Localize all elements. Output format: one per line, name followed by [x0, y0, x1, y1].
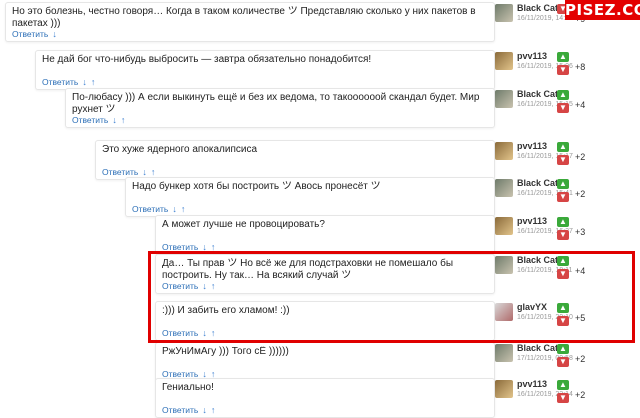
- comment-score: +4: [575, 100, 586, 110]
- author-name[interactable]: Black Cat: [517, 178, 558, 188]
- author-name[interactable]: pvv113: [517, 51, 547, 61]
- comment-score: +3: [575, 227, 586, 237]
- comment-bubble: Но это болезнь, честно говоря… Когда в т…: [5, 2, 495, 42]
- comment: Не дай бог что-нибудь выбросить — завтра…: [35, 50, 605, 90]
- comment-score: +2: [575, 390, 586, 400]
- comment-text: Не дай бог что-нибудь выбросить — завтра…: [42, 54, 372, 65]
- thumbs-down-icon[interactable]: ▼: [557, 230, 569, 240]
- reply-link[interactable]: Ответить: [162, 405, 198, 415]
- thumbs-up-icon[interactable]: ▲: [557, 344, 569, 354]
- avatar[interactable]: [495, 142, 513, 160]
- author-name[interactable]: Black Cat: [517, 343, 558, 353]
- comment: Это хуже ядерного апокалипсиса Ответить ↓…: [95, 140, 605, 180]
- comment-text: Надо бункер хотя бы построить ツ Авось пр…: [132, 181, 381, 192]
- comment-text: РжУнИмАгу ))) Того сЁ )))))): [162, 346, 289, 357]
- thumbs-down-icon[interactable]: ▼: [557, 192, 569, 202]
- avatar[interactable]: [495, 217, 513, 235]
- up-arrow-icon[interactable]: ↑: [121, 115, 126, 125]
- thumbs-up-icon[interactable]: ▲: [557, 380, 569, 390]
- comment: А может лучше не провоцировать? Ответить…: [155, 215, 605, 255]
- avatar[interactable]: [495, 90, 513, 108]
- comment: Гениально! Ответить ↓ ↑ pvv113 16/11/2019,…: [155, 378, 605, 418]
- watermark-logo: PISEZ.COM: [565, 0, 640, 20]
- comment-score: +2: [575, 354, 586, 364]
- comment-bubble: Не дай бог что-нибудь выбросить — завтра…: [35, 50, 495, 90]
- comment-bubble: А может лучше не провоцировать? Ответить…: [155, 215, 495, 255]
- thumbs-down-icon[interactable]: ▼: [557, 103, 569, 113]
- comment-bubble: Надо бункер хотя бы построить ツ Авось пр…: [125, 177, 495, 217]
- thumbs-up-icon[interactable]: ▲: [557, 142, 569, 152]
- comment: По-любасу ))) А если выкинуть ещё и без …: [65, 88, 605, 128]
- up-arrow-icon[interactable]: ↑: [181, 204, 186, 214]
- reply-link[interactable]: Ответить: [12, 29, 48, 39]
- comment-bubble: По-любасу ))) А если выкинуть ещё и без …: [65, 88, 495, 128]
- comment-bubble: Гениально! Ответить ↓ ↑: [155, 378, 495, 418]
- comment-score: +2: [575, 189, 586, 199]
- author-name[interactable]: pvv113: [517, 379, 547, 389]
- comment-score: +2: [575, 152, 586, 162]
- comment-text: А может лучше не провоцировать?: [162, 219, 325, 230]
- author-name[interactable]: pvv113: [517, 141, 547, 151]
- down-arrow-icon[interactable]: ↓: [202, 405, 207, 415]
- up-arrow-icon[interactable]: ↑: [211, 405, 216, 415]
- thumbs-up-icon[interactable]: ▲: [557, 217, 569, 227]
- reply-link[interactable]: Ответить: [42, 77, 78, 87]
- comment-text: По-любасу ))) А если выкинуть ещё и без …: [72, 92, 480, 115]
- author-name[interactable]: Black Cat: [517, 3, 558, 13]
- comment-bubble: Это хуже ядерного апокалипсиса Ответить ↓…: [95, 140, 495, 180]
- up-arrow-icon[interactable]: ↑: [151, 167, 156, 177]
- thumbs-up-icon[interactable]: ▲: [557, 52, 569, 62]
- author-name[interactable]: Black Cat: [517, 89, 558, 99]
- avatar[interactable]: [495, 179, 513, 197]
- thumbs-down-icon[interactable]: ▼: [557, 155, 569, 165]
- up-arrow-icon[interactable]: ↑: [91, 77, 96, 87]
- comment-text: Но это болезнь, честно говоря… Когда в т…: [12, 6, 476, 29]
- avatar[interactable]: [495, 344, 513, 362]
- thumbs-down-icon[interactable]: ▼: [557, 357, 569, 367]
- comment-text: Это хуже ядерного апокалипсиса: [102, 144, 258, 155]
- avatar[interactable]: [495, 4, 513, 22]
- down-arrow-icon[interactable]: ↓: [52, 29, 57, 39]
- comment: Но это болезнь, честно говоря… Когда в т…: [5, 2, 605, 42]
- comment: Надо бункер хотя бы построить ツ Авось пр…: [125, 177, 605, 217]
- reply-link[interactable]: Ответить: [72, 115, 108, 125]
- comment-text: Гениально!: [162, 382, 214, 393]
- reply-link[interactable]: Ответить: [132, 204, 168, 214]
- down-arrow-icon[interactable]: ↓: [112, 115, 117, 125]
- thumbs-up-icon[interactable]: ▲: [557, 179, 569, 189]
- comment-score: +8: [575, 62, 586, 72]
- down-arrow-icon[interactable]: ↓: [142, 167, 147, 177]
- avatar[interactable]: [495, 380, 513, 398]
- thumbs-down-icon[interactable]: ▼: [557, 65, 569, 75]
- down-arrow-icon[interactable]: ↓: [82, 77, 87, 87]
- down-arrow-icon[interactable]: ↓: [172, 204, 177, 214]
- highlight-frame: [148, 251, 635, 343]
- thumbs-up-icon[interactable]: ▲: [557, 90, 569, 100]
- comment: РжУнИмАгу ))) Того сЁ )))))) Ответить ↓ ↑ …: [155, 342, 605, 382]
- comment-bubble: РжУнИмАгу ))) Того сЁ )))))) Ответить ↓ ↑: [155, 342, 495, 382]
- reply-link[interactable]: Ответить: [102, 167, 138, 177]
- comment-thread: Но это болезнь, честно говоря… Когда в т…: [0, 0, 640, 418]
- thumbs-down-icon[interactable]: ▼: [557, 393, 569, 403]
- author-name[interactable]: pvv113: [517, 216, 547, 226]
- avatar[interactable]: [495, 52, 513, 70]
